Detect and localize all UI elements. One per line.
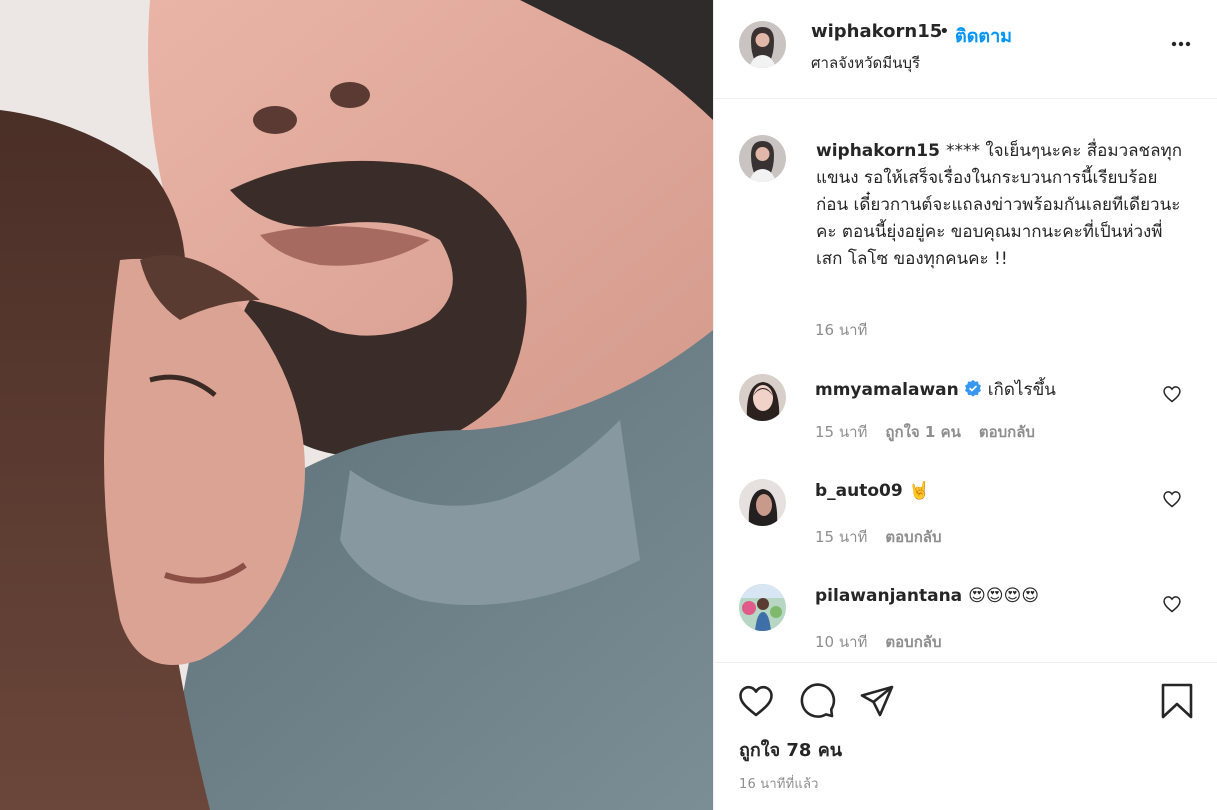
comment-text: เกิดไรขึ้น [987, 380, 1056, 400]
reply-button[interactable]: ตอบกลับ [979, 423, 1035, 441]
reply-button[interactable]: ตอบกลับ [885, 633, 941, 651]
comment-line: pilawanjantana 😍😍😍😍 [815, 586, 1039, 606]
comment-line: b_auto09 🤘 [815, 481, 930, 501]
comment-meta: 15 นาที ตอบกลับ [815, 525, 960, 549]
comment-text: 🤘 [908, 481, 930, 501]
heart-icon[interactable] [737, 682, 775, 720]
comment-meta: 15 นาที ถูกใจ 1 คน ตอบกลับ [815, 420, 1053, 444]
commenter-username[interactable]: mmyamalawan [815, 380, 959, 400]
comment-line: mmyamalawan เกิดไรขึ้น [815, 376, 1056, 403]
caption-timestamp: 16 นาที [815, 321, 868, 339]
comment-heart-icon[interactable] [1162, 384, 1182, 404]
like-count[interactable]: ถูกใจ 78 คน [739, 735, 842, 764]
commenter-username[interactable]: pilawanjantana [815, 586, 962, 606]
share-icon[interactable] [858, 682, 896, 720]
post-location[interactable]: ศาลจังหวัดมีนบุรี [811, 51, 920, 75]
comment-time: 15 นาที [815, 423, 868, 441]
comment-heart-icon[interactable] [1162, 594, 1182, 614]
post-actions: ถูกใจ 78 คน 16 นาทีที่แล้ว [714, 662, 1217, 810]
caption-username[interactable]: wiphakorn15 [816, 141, 940, 161]
commenter-avatar[interactable] [739, 584, 786, 631]
post-timestamp[interactable]: 16 นาทีที่แล้ว [739, 773, 819, 794]
comment-time: 10 นาที [815, 633, 868, 651]
separator-dot: • [939, 21, 950, 42]
author-username[interactable]: wiphakorn15 [811, 21, 942, 42]
post-caption: wiphakorn15 **** ใจเย็นๆนะคะ สื่อมวลชลทุก… [816, 138, 1188, 273]
comment-item: b_auto09 🤘 15 นาที ตอบกลับ [714, 479, 1217, 579]
comment-time: 15 นาที [815, 528, 868, 546]
comment-item: pilawanjantana 😍😍😍😍 10 นาที ตอบกลับ [714, 584, 1217, 661]
commenter-avatar[interactable] [739, 374, 786, 421]
follow-button[interactable]: ติดตาม [955, 21, 1012, 50]
more-options-icon[interactable] [1169, 32, 1193, 56]
comment-meta: 10 นาที ตอบกลับ [815, 630, 960, 654]
caption-author-avatar[interactable] [739, 135, 786, 182]
bookmark-icon[interactable] [1158, 682, 1196, 720]
comment-item: mmyamalawan เกิดไรขึ้น 15 นาที ถูกใจ 1 คน ต… [714, 374, 1217, 474]
comment-likes[interactable]: ถูกใจ 1 คน [885, 423, 960, 441]
selfie-image [0, 0, 713, 810]
comment-heart-icon[interactable] [1162, 489, 1182, 509]
comments-list[interactable]: wiphakorn15 **** ใจเย็นๆนะคะ สื่อมวลชลทุก… [714, 100, 1217, 661]
post-header: wiphakorn15 • ติดตาม ศาลจังหวัดมีนบุรี [714, 0, 1217, 99]
author-avatar[interactable] [739, 21, 786, 68]
comment-icon[interactable] [798, 682, 836, 720]
commenter-username[interactable]: b_auto09 [815, 481, 903, 501]
post-side-panel: wiphakorn15 • ติดตาม ศาลจังหวัดมีนบุรี w… [713, 0, 1217, 810]
commenter-avatar[interactable] [739, 479, 786, 526]
post-photo[interactable] [0, 0, 713, 810]
comment-text: 😍😍😍😍 [968, 586, 1040, 606]
verified-badge-icon [964, 379, 981, 397]
reply-button[interactable]: ตอบกลับ [885, 528, 941, 546]
